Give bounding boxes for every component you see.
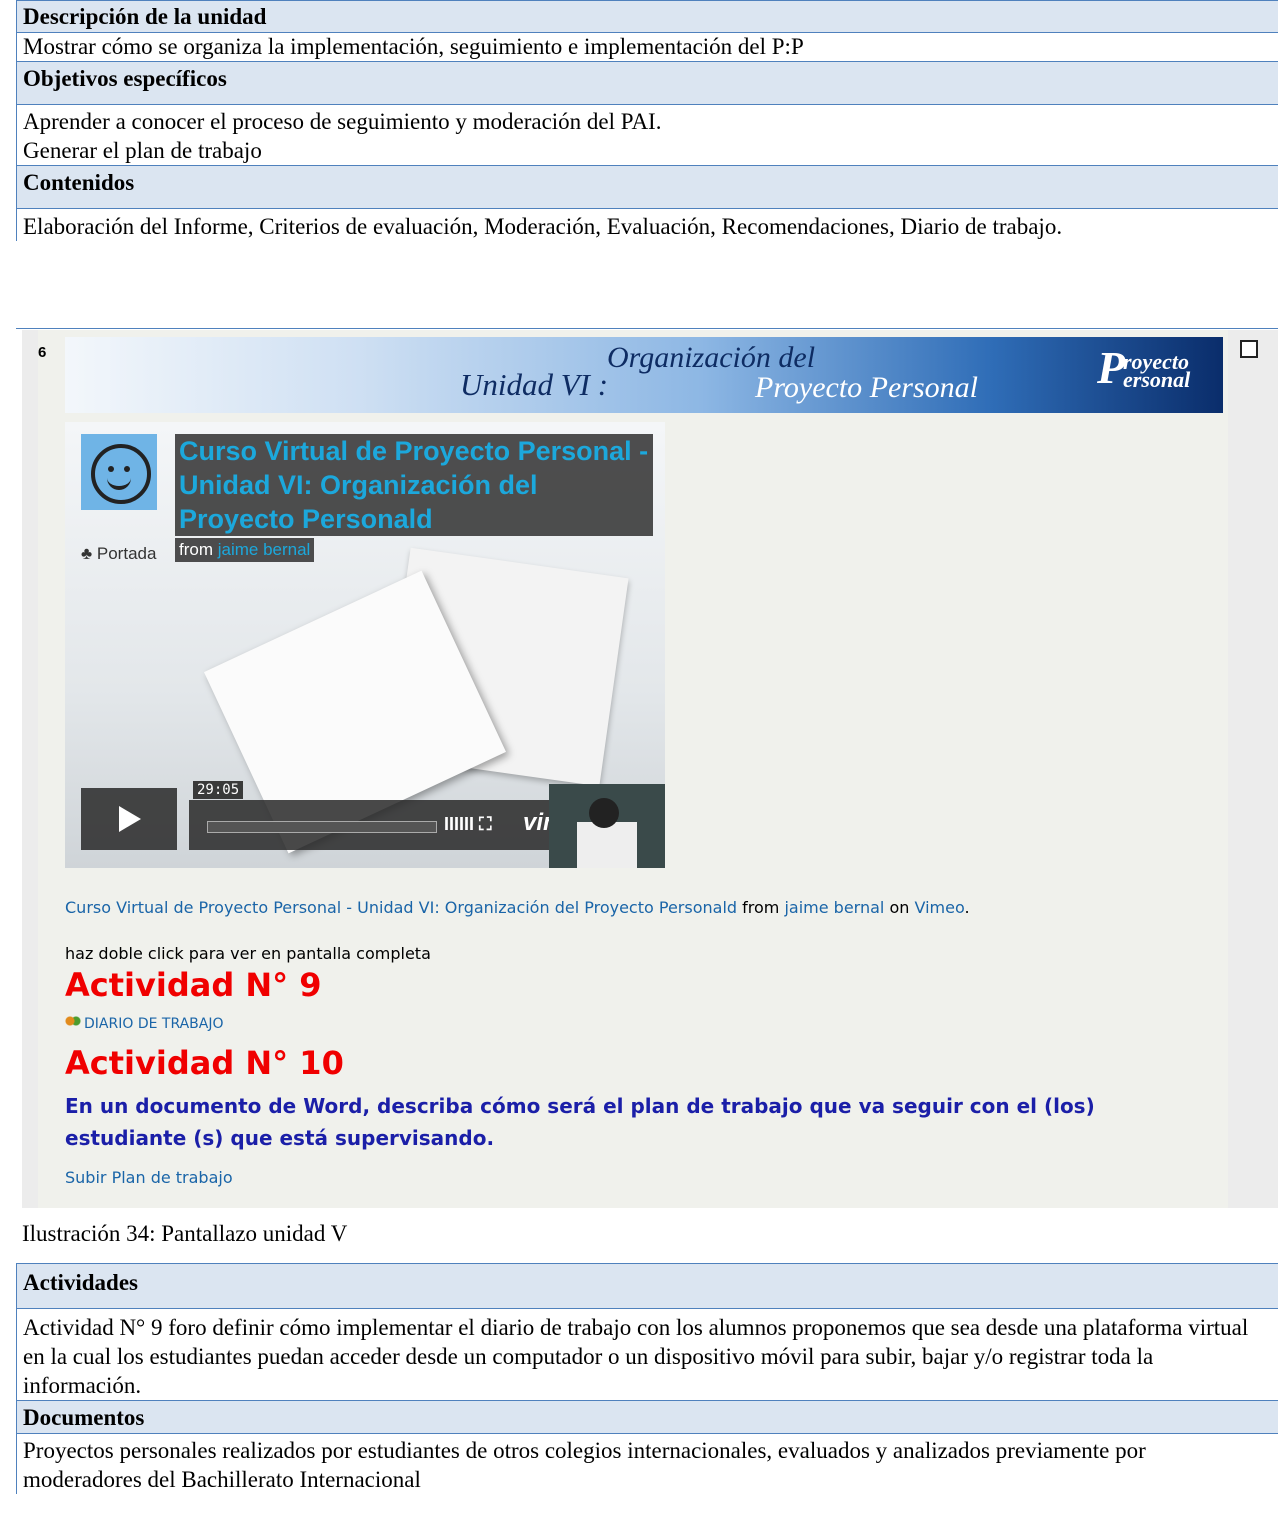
contenidos-text: Elaboración del Informe, Criterios de ev…	[23, 214, 1063, 239]
objetivos-line-2: Generar el plan de trabajo	[23, 138, 262, 163]
banner-line-1: Organización del	[607, 341, 816, 374]
heading-documentos: Documentos	[17, 1400, 1278, 1434]
caption-author-link[interactable]: jaime bernal	[784, 898, 884, 917]
subir-plan-link[interactable]: Subir Plan de trabajo	[65, 1168, 233, 1187]
progress-track[interactable]	[207, 821, 437, 833]
video-duration: 29:05	[193, 781, 244, 799]
volume-fullscreen-icon[interactable]: IIIIII ⛶	[444, 814, 492, 835]
section-checkbox[interactable]	[1240, 340, 1258, 358]
divider	[16, 328, 1278, 329]
descripcion-text: Mostrar cómo se organiza la implementaci…	[23, 34, 804, 59]
activity-10-instruction: En un documento de Word, describa cómo s…	[65, 1094, 1095, 1150]
activity-10-title: Actividad N° 10	[65, 1044, 344, 1082]
heading-actividades: Actividades	[17, 1263, 1278, 1309]
activity-9-title: Actividad N° 9	[65, 966, 322, 1004]
banner-line-2: Proyecto Personal	[755, 371, 978, 404]
play-button[interactable]	[81, 788, 177, 850]
unit-banner: Unidad VI : Organización del Proyecto Pe…	[65, 337, 1223, 413]
video-caption-link[interactable]: Curso Virtual de Proyecto Personal - Uni…	[65, 898, 737, 917]
banner-unidad: Unidad VI :	[460, 367, 609, 402]
heading-objetivos: Objetivos específicos	[17, 61, 1278, 105]
heading-descripcion: Descripción de la unidad	[17, 0, 1278, 33]
course-screenshot: 6 Unidad VI : Organización del Proyecto …	[22, 330, 1278, 1208]
diario-de-trabajo-link[interactable]: DIARIO DE TRABAJO	[65, 1016, 224, 1032]
proyecto-personal-logo: P royecto ersonal	[1097, 342, 1191, 393]
video-title-link[interactable]: Curso Virtual de Proyecto Personal - Uni…	[175, 434, 653, 536]
presenter-thumbnail	[549, 784, 665, 868]
video-caption: Curso Virtual de Proyecto Personal - Uni…	[65, 898, 970, 917]
vimeo-video-player[interactable]: ♣ Portada Curso Virtual de Proyecto Pers…	[65, 422, 665, 868]
video-author-link[interactable]: jaime bernal	[218, 540, 311, 559]
documentos-text: Proyectos personales realizados por estu…	[23, 1438, 1146, 1492]
figure-caption: Ilustración 34: Pantallazo unidad V	[22, 1221, 348, 1246]
actividades-text: Actividad N° 9 foro definir cómo impleme…	[23, 1315, 1249, 1398]
video-byline: from jaime bernal	[175, 538, 315, 562]
objetivos-line-1: Aprender a conocer el proceso de seguimi…	[23, 109, 662, 134]
heading-contenidos: Contenidos	[17, 165, 1278, 209]
forum-icon	[65, 1016, 81, 1030]
section-number: 6	[38, 344, 47, 361]
caption-vimeo-link[interactable]: Vimeo	[915, 898, 965, 917]
fullscreen-hint: haz doble click para ver en pantalla com…	[65, 944, 431, 963]
author-avatar[interactable]	[81, 434, 157, 510]
unit-table-bottom: Actividades Actividad N° 9 foro definir …	[16, 1263, 1278, 1494]
unit-table-top: Descripción de la unidad Mostrar cómo se…	[16, 0, 1278, 241]
portada-label: ♣ Portada	[81, 544, 157, 563]
